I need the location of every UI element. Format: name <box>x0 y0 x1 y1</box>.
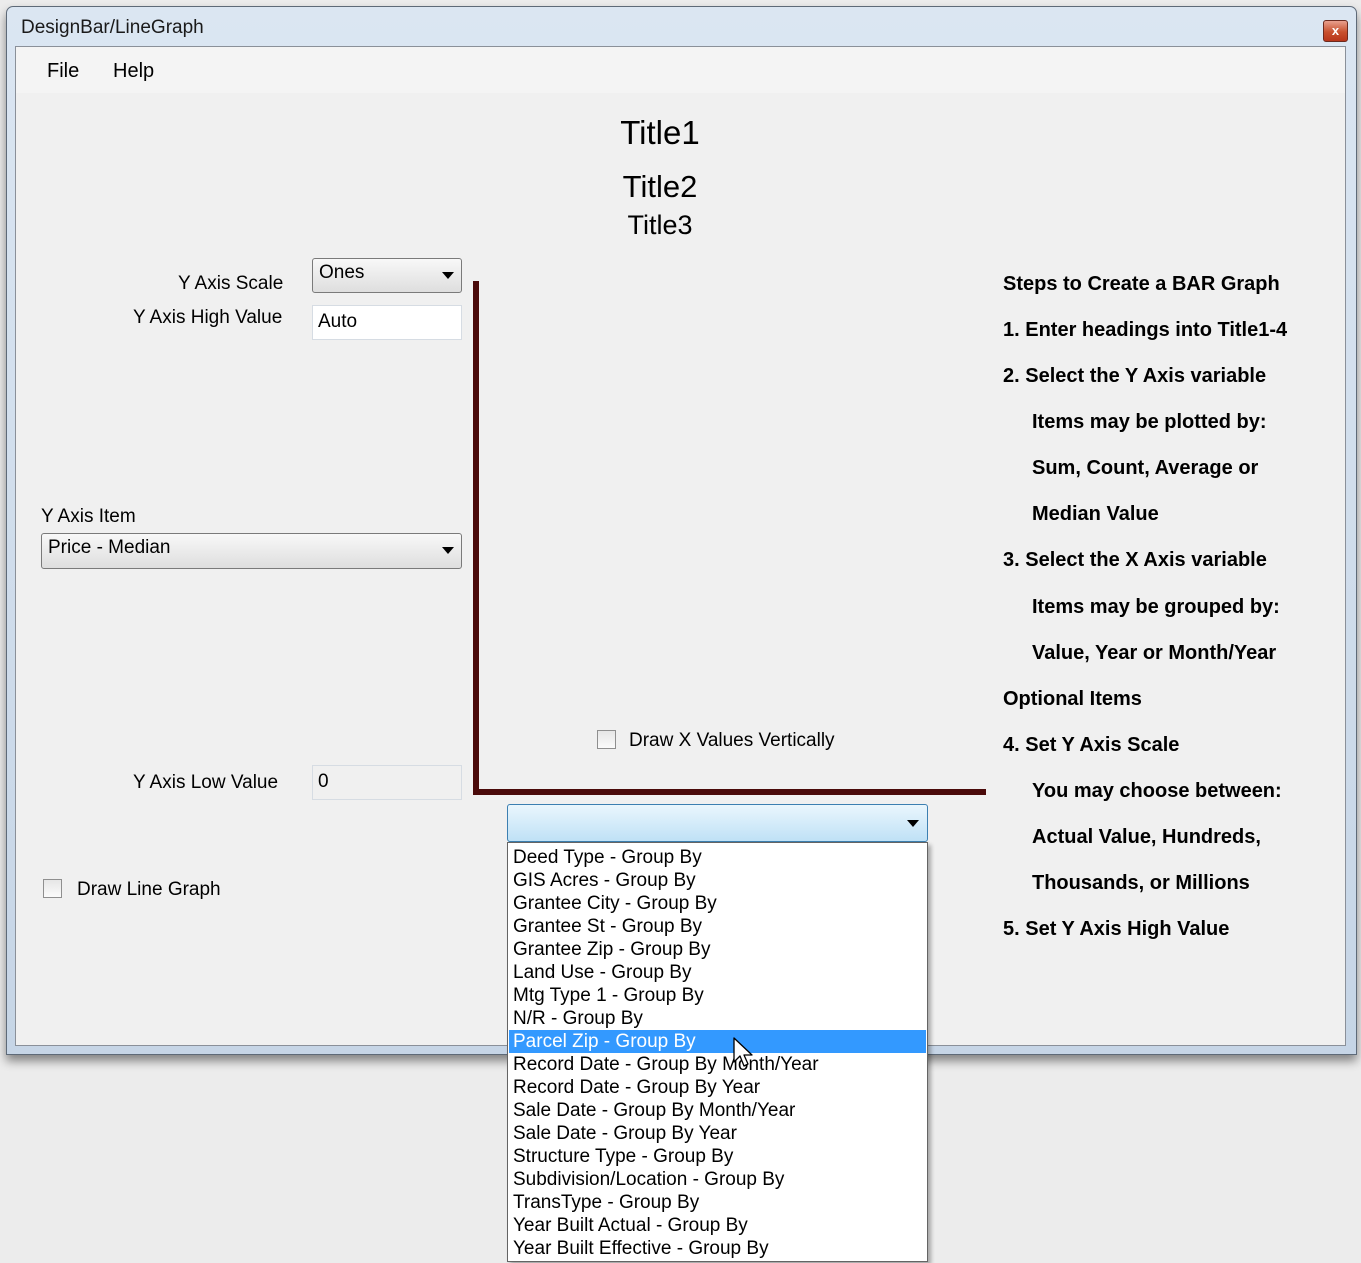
window-title: DesignBar/LineGraph <box>21 17 204 38</box>
y-axis-item-select[interactable]: Price - Median <box>41 533 462 569</box>
draw-x-vertical-checkbox[interactable] <box>597 730 616 749</box>
step-line: Steps to Create a BAR Graph <box>1003 273 1280 295</box>
y-axis-line <box>473 281 479 795</box>
dropdown-option[interactable]: Record Date - Group By Month/Year <box>509 1053 926 1076</box>
dropdown-option[interactable]: Grantee Zip - Group By <box>509 938 926 961</box>
y-axis-high-label: Y Axis High Value <box>133 307 283 328</box>
dropdown-option[interactable]: Parcel Zip - Group By <box>509 1030 926 1053</box>
y-axis-item-label: Y Axis Item <box>41 506 136 527</box>
step-line: Value, Year or Month/Year <box>1032 642 1277 664</box>
x-axis-item-select[interactable] <box>507 804 928 842</box>
menu-help[interactable]: Help <box>113 60 154 83</box>
dropdown-option[interactable]: N/R - Group By <box>509 1007 926 1030</box>
title-bar[interactable]: DesignBar/LineGraph x <box>7 7 1356 47</box>
step-line: Items may be plotted by: <box>1032 411 1267 433</box>
dropdown-option[interactable]: Structure Type - Group By <box>509 1145 926 1168</box>
step-line: Items may be grouped by: <box>1032 596 1280 618</box>
dropdown-option[interactable]: TransType - Group By <box>509 1191 926 1214</box>
step-line: Thousands, or Millions <box>1032 872 1250 894</box>
dropdown-option[interactable]: GIS Acres - Group By <box>509 869 926 892</box>
step-line: Actual Value, Hundreds, <box>1032 826 1261 848</box>
y-axis-high-input[interactable]: Auto <box>312 305 462 340</box>
step-line: 2. Select the Y Axis variable <box>1003 365 1267 387</box>
y-axis-scale-select[interactable]: Ones <box>312 258 462 293</box>
mouse-pointer-icon <box>733 1037 753 1067</box>
y-axis-high-value: Auto <box>318 311 358 332</box>
close-button[interactable]: x <box>1323 20 1348 42</box>
title2: Title2 <box>622 169 698 204</box>
dropdown-option[interactable]: Deed Type - Group By <box>509 846 926 869</box>
y-axis-item-value: Price - Median <box>48 537 171 558</box>
step-line: You may choose between: <box>1032 780 1282 802</box>
dropdown-option[interactable]: Land Use - Group By <box>509 961 926 984</box>
x-axis-line <box>473 789 986 795</box>
draw-line-graph-label: Draw Line Graph <box>77 879 221 900</box>
step-line: Optional Items <box>1003 688 1142 710</box>
y-axis-scale-value: Ones <box>319 262 365 283</box>
dropdown-option[interactable]: Year Built Actual - Group By <box>509 1214 926 1237</box>
y-axis-low-label: Y Axis Low Value <box>133 772 279 793</box>
step-line: 4. Set Y Axis Scale <box>1003 734 1180 756</box>
menu-file[interactable]: File <box>47 60 79 83</box>
y-axis-low-value: 0 <box>318 771 329 792</box>
y-axis-low-input[interactable]: 0 <box>312 765 462 800</box>
step-line: Sum, Count, Average or <box>1032 457 1259 479</box>
chevron-down-icon <box>907 820 919 827</box>
dropdown-option[interactable]: Grantee St - Group By <box>509 915 926 938</box>
close-icon: x <box>1331 23 1340 38</box>
title3: Title3 <box>627 210 693 240</box>
dropdown-option[interactable]: Year Built Effective - Group By <box>509 1237 926 1260</box>
dropdown-option[interactable]: Sale Date - Group By Year <box>509 1122 926 1145</box>
dropdown-option[interactable]: Mtg Type 1 - Group By <box>509 984 926 1007</box>
dropdown-option[interactable]: Sale Date - Group By Month/Year <box>509 1099 926 1122</box>
draw-x-vertical-label: Draw X Values Vertically <box>629 730 835 751</box>
step-line: Median Value <box>1032 503 1159 525</box>
step-line: 3. Select the X Axis variable <box>1003 549 1267 571</box>
dropdown-option[interactable]: Grantee City - Group By <box>509 892 926 915</box>
chevron-down-icon <box>442 272 454 279</box>
y-axis-scale-label: Y Axis Scale <box>178 273 284 294</box>
dropdown-option[interactable]: Record Date - Group By Year <box>509 1076 926 1099</box>
step-line: 5. Set Y Axis High Value <box>1003 918 1230 940</box>
dropdown-option[interactable]: Subdivision/Location - Group By <box>509 1168 926 1191</box>
step-line: 1. Enter headings into Title1-4 <box>1003 319 1288 341</box>
menu-bar: File Help <box>16 47 1345 93</box>
title1: Title1 <box>620 114 700 151</box>
draw-line-graph-checkbox[interactable] <box>43 879 62 898</box>
x-axis-dropdown-list[interactable]: Deed Type - Group By GIS Acres - Group By… <box>507 842 928 1262</box>
chevron-down-icon <box>442 547 454 554</box>
